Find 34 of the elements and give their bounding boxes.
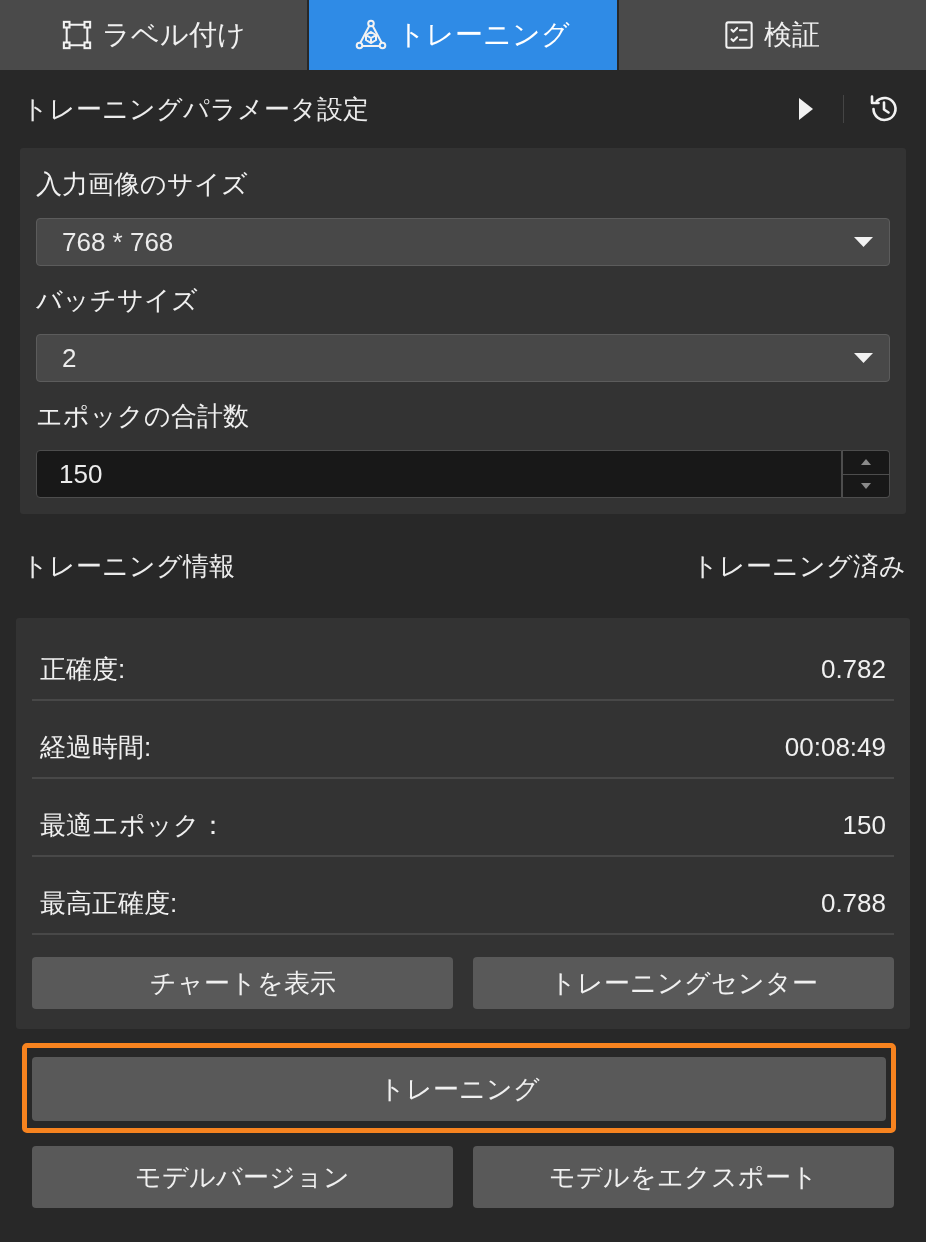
dropdown[interactable]: 2 <box>36 334 890 382</box>
caret-up-icon <box>861 459 871 466</box>
bounding-box-icon <box>61 20 92 50</box>
network-triangle-icon <box>355 19 388 51</box>
info-label: 正確度: <box>40 653 126 686</box>
info-value: 0.782 <box>820 653 886 686</box>
tab[interactable]: 検証 <box>618 0 926 70</box>
info-label: 最高正確度: <box>40 887 178 920</box>
caret-down-icon <box>854 353 873 363</box>
play-icon <box>799 98 813 120</box>
info-label: 最適エポック： <box>40 809 226 842</box>
caret-down-icon <box>861 482 871 489</box>
button[interactable]: モデルバージョン <box>32 1146 453 1208</box>
number-field[interactable]: 150 <box>36 450 842 498</box>
tab[interactable]: トレーニング <box>309 0 617 70</box>
button[interactable]: モデルをエクスポート <box>473 1146 894 1208</box>
section-title: トレーニング情報 <box>22 550 235 583</box>
button[interactable]: チャートを表示 <box>32 957 453 1009</box>
field-label: 入力画像のサイズ <box>36 168 249 201</box>
increment-button[interactable] <box>842 451 889 475</box>
field-label: バッチサイズ <box>36 284 199 317</box>
section-title: トレーニングパラメータ設定 <box>22 93 369 126</box>
train-button[interactable]: トレーニング <box>32 1057 886 1121</box>
caret-down-icon <box>854 237 873 247</box>
info-value: 0.788 <box>820 887 886 920</box>
button[interactable]: トレーニングセンター <box>473 957 894 1009</box>
training-status: トレーニング済み <box>692 550 906 583</box>
info-label: 経過時間: <box>40 731 152 764</box>
info-value: 00:08:49 <box>784 731 886 764</box>
info-value: 150 <box>842 809 886 842</box>
tab[interactable]: ラベル付け <box>0 0 308 70</box>
dropdown[interactable]: 768 * 768 <box>36 218 890 266</box>
field-label: エポックの合計数 <box>36 400 250 433</box>
checklist-icon <box>724 20 755 50</box>
